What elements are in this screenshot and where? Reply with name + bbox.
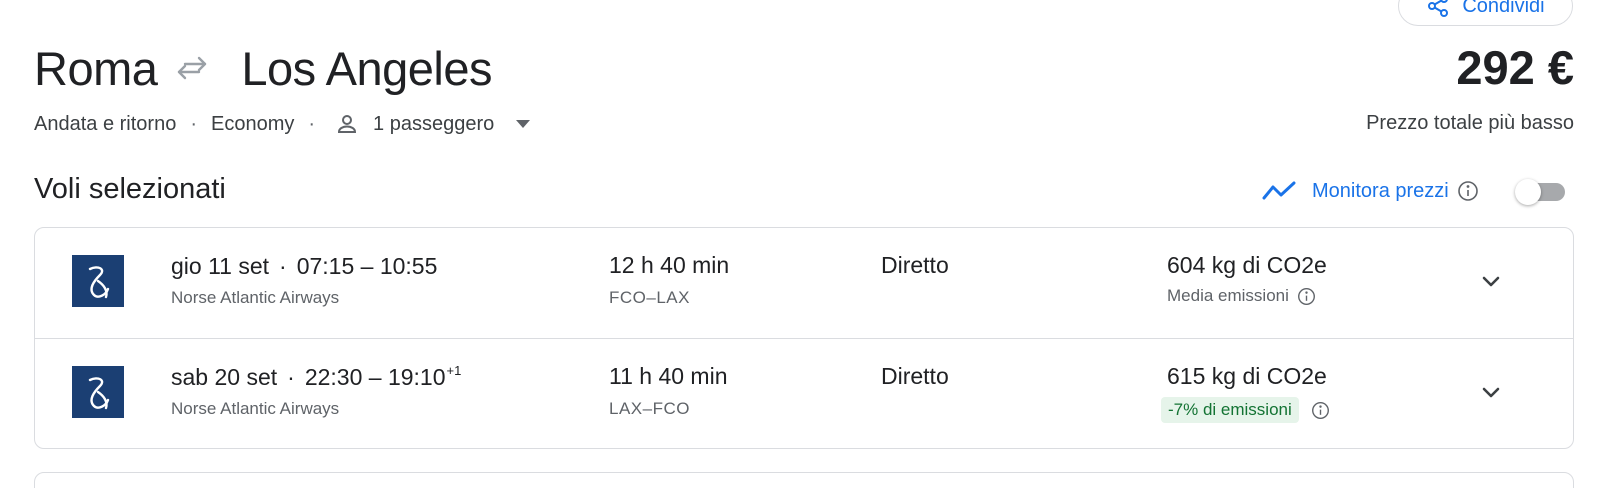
person-icon <box>338 115 357 133</box>
info-icon[interactable] <box>1457 180 1479 202</box>
route-title: Roma Los Angeles <box>34 40 492 96</box>
airline-logo <box>72 366 124 418</box>
track-prices-toggle[interactable] <box>1515 179 1565 205</box>
track-prices-label[interactable]: Monitora prezzi <box>1312 180 1449 203</box>
flight-times: gio 11 set · 07:15 – 10:55 <box>171 252 438 280</box>
flight-row-return[interactable]: sab 20 set · 22:30 – 19:10+1 Norse Atlanti… <box>35 338 1573 448</box>
emissions-badge: -7% di emissioni <box>1161 397 1299 423</box>
flight-airports: FCO–LAX <box>609 288 690 307</box>
trip-type: Andata e ritorno <box>34 112 177 135</box>
trend-line-icon <box>1262 181 1296 200</box>
flight-emissions: 615 kg di CO2e <box>1167 363 1327 389</box>
emissions-note: -7% di emissioni <box>1161 397 1330 423</box>
airline-name: Norse Atlantic Airways <box>171 288 340 307</box>
track-prices[interactable]: Monitora prezzi <box>1262 175 1479 207</box>
toggle-knob <box>1515 179 1541 205</box>
passenger-count[interactable]: 1 passeggero <box>373 113 494 136</box>
info-icon[interactable] <box>1297 287 1316 306</box>
flight-duration: 11 h 40 min <box>609 363 728 389</box>
separator-dot: · <box>287 364 295 390</box>
cabin-class: Economy <box>211 112 295 135</box>
chevron-down-icon[interactable] <box>1477 379 1505 407</box>
trip-summary: Andata e ritorno · Economy · 1 passegger… <box>34 110 531 138</box>
separator-dot: · <box>308 112 316 135</box>
next-card <box>34 472 1574 488</box>
flight-duration: 12 h 40 min <box>609 252 730 278</box>
origin-city: Roma <box>34 41 158 95</box>
flight-time-range: 22:30 – 19:10 <box>304 364 446 390</box>
day-offset: +1 <box>446 363 462 378</box>
flight-airports: LAX–FCO <box>609 399 690 418</box>
share-button[interactable]: Condividi <box>1398 0 1573 26</box>
share-label: Condividi <box>1462 0 1545 17</box>
airline-logo <box>72 255 124 307</box>
price-caption: Prezzo totale più basso <box>1366 112 1574 134</box>
flight-time-range: 07:15 – 10:55 <box>296 253 438 279</box>
selected-flights-list: gio 11 set · 07:15 – 10:55 Norse Atlantic … <box>34 227 1574 449</box>
airline-name: Norse Atlantic Airways <box>171 399 340 418</box>
flight-times: sab 20 set · 22:30 – 19:10+1 <box>171 363 461 391</box>
separator-dot: · <box>279 253 287 279</box>
total-price: 292 € <box>1456 41 1574 94</box>
flight-date: sab 20 set <box>171 364 278 390</box>
separator-dot: · <box>190 112 197 135</box>
share-icon <box>1428 0 1449 17</box>
flight-date: gio 11 set <box>171 253 270 279</box>
flight-stops: Diretto <box>881 252 949 278</box>
destination-city: Los Angeles <box>241 41 492 95</box>
section-title: Voli selezionati <box>34 173 226 205</box>
flight-row-outbound[interactable]: gio 11 set · 07:15 – 10:55 Norse Atlantic … <box>35 228 1573 338</box>
swap-arrows-icon <box>178 56 207 80</box>
emissions-note: Media emissioni <box>1167 286 1316 306</box>
info-icon[interactable] <box>1311 401 1330 420</box>
caret-down-icon[interactable] <box>516 120 531 128</box>
flight-stops: Diretto <box>881 363 949 389</box>
flight-emissions: 604 kg di CO2e <box>1167 252 1327 278</box>
chevron-down-icon[interactable] <box>1477 268 1505 296</box>
emissions-note-text: Media emissioni <box>1167 286 1289 305</box>
